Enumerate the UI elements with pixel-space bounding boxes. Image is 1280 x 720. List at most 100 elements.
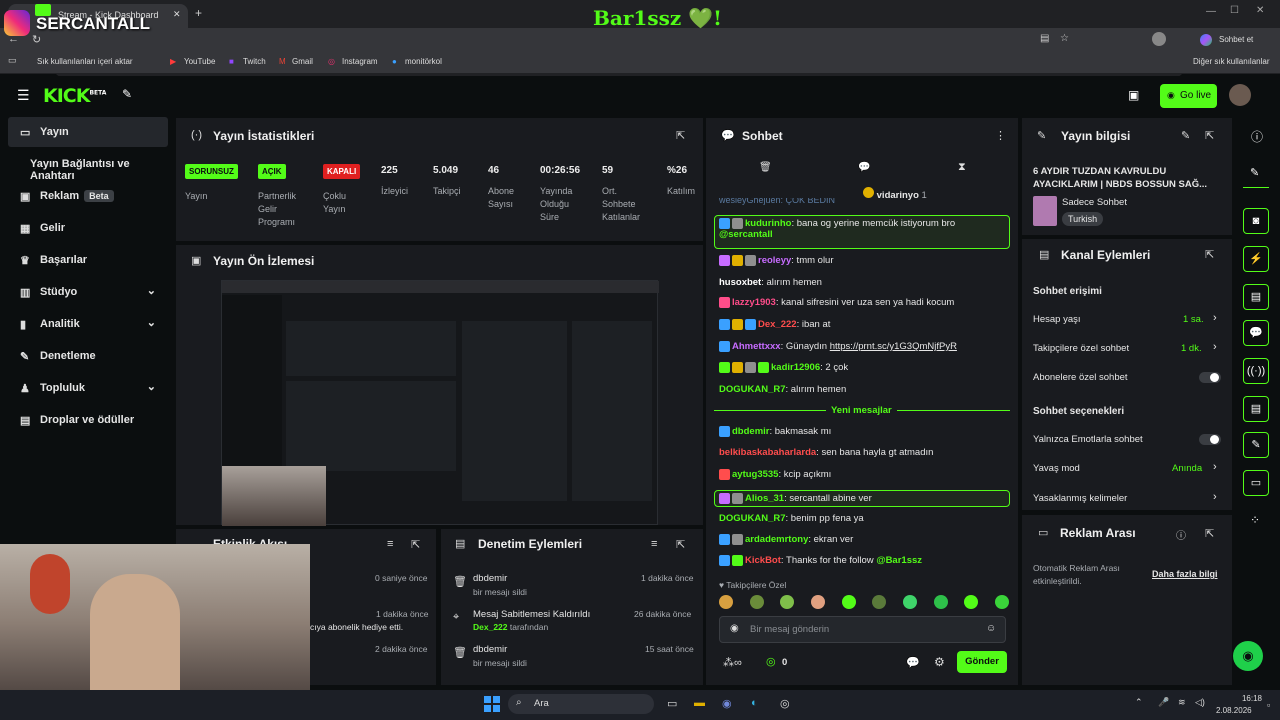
chat-username[interactable]: husoxbet [719, 277, 761, 288]
filter-icon[interactable]: ≡ [651, 538, 657, 550]
wifi-icon[interactable]: ≋ [1178, 697, 1186, 708]
chat-message[interactable]: Ahmettxxx: Günaydın https://prnt.sc/y1G3… [719, 341, 1009, 352]
account-age-label[interactable]: Hesap yaşı [1033, 314, 1081, 325]
rail-ad-button[interactable]: ▭ [1243, 470, 1269, 496]
chevron-right-icon[interactable]: › [1213, 461, 1217, 473]
chat-username[interactable]: Alios_31 [745, 493, 784, 504]
bookmark-youtube[interactable]: YouTube [184, 57, 215, 66]
chat-message[interactable]: lazzy1903: kanal sifresini ver uza sen y… [719, 297, 1009, 308]
info-icon[interactable]: ⓘ [1251, 128, 1263, 145]
emote-icon[interactable] [749, 595, 764, 609]
reader-icon[interactable]: ▤ [1040, 33, 1049, 44]
more-icon[interactable]: ⋮ [995, 129, 1006, 142]
taskbar-time[interactable]: 16:18 [1226, 694, 1262, 703]
go-live-button[interactable]: ◉ Go live [1160, 84, 1217, 108]
chat-username[interactable]: Dex_222 [758, 319, 797, 330]
maximize-icon[interactable]: ☐ [1230, 5, 1239, 16]
gear-icon[interactable]: ⚙ [934, 655, 945, 669]
chat-message[interactable]: Dex_222: iban at [719, 319, 1009, 330]
chat-username[interactable]: belkibaskabaharlarda [719, 447, 816, 458]
filter-icon[interactable]: ≡ [387, 538, 393, 550]
account-age-value[interactable]: 1 sa. [1183, 314, 1204, 325]
chat-button[interactable]: Sohbet et [1219, 35, 1253, 44]
edge-icon[interactable]: ◐ [751, 697, 758, 709]
emote-icon[interactable] [872, 595, 887, 609]
trash-icon[interactable]: 🗑 [759, 162, 772, 173]
emote-icon[interactable] [994, 595, 1009, 609]
chat-username[interactable]: reoleyy [758, 255, 791, 266]
ad-break-link[interactable]: Daha fazla bilgi [1152, 569, 1218, 579]
emote-icon[interactable] [902, 595, 917, 609]
reload-icon[interactable]: ↻ [32, 33, 41, 46]
category-name[interactable]: Sadece Sohbet [1062, 197, 1127, 208]
emote-icon[interactable] [841, 595, 856, 609]
expand-icon[interactable]: ⇱ [1205, 527, 1214, 540]
volume-icon[interactable]: ◁) [1195, 697, 1205, 708]
chat-message[interactable]: DOGUKAN_R7: benim pp fena ya [719, 513, 1009, 524]
emote-icon[interactable] [719, 595, 733, 609]
chat-message[interactable]: belkibaskabaharlarda: sen bana hayla gt … [719, 447, 1009, 458]
chat-message[interactable]: ardademrtony: ekran ver [719, 534, 1009, 545]
steam-icon[interactable]: ◎ [780, 697, 790, 710]
followers-chat-value[interactable]: 1 dk. [1181, 343, 1202, 354]
discord-icon[interactable]: ◉ [722, 697, 732, 710]
chat-settings-icon[interactable]: ⁂∞ [723, 656, 742, 669]
chat-mention[interactable]: @sercantall [719, 229, 773, 240]
info-icon[interactable]: ⓘ [1176, 527, 1186, 542]
chevron-right-icon[interactable]: › [1213, 312, 1217, 324]
stream-preview-video[interactable] [221, 280, 659, 526]
screen-icon[interactable]: ▣ [1128, 88, 1139, 102]
rail-notes-button[interactable]: ▤ [1243, 284, 1269, 310]
sidebar-item-basarilar[interactable]: ♛ Başarılar [8, 245, 168, 275]
rail-flash-button[interactable]: ⚡ [1243, 246, 1269, 272]
pin-icon[interactable]: ✎ [122, 87, 132, 101]
mic-icon[interactable]: 🎤 [1158, 697, 1169, 708]
close-window-icon[interactable]: ✕ [1256, 5, 1264, 16]
kick-logo[interactable]: KICKBETA [43, 85, 106, 107]
emote-icon[interactable] [780, 595, 795, 609]
chat-mention[interactable]: @Bar1ssz [876, 555, 922, 566]
avatar[interactable] [1229, 84, 1251, 106]
menu-icon[interactable]: ☰ [17, 87, 30, 104]
subscribers-chat-toggle[interactable] [1199, 372, 1221, 383]
apps-icon[interactable]: ⁘ [1250, 513, 1260, 527]
expand-icon[interactable]: ⇱ [676, 538, 685, 551]
slow-mode-label[interactable]: Yavaş mod [1033, 463, 1080, 474]
profile-icon[interactable] [1152, 32, 1166, 46]
rail-chat-button[interactable]: 💬 [1243, 320, 1269, 346]
chevron-right-icon[interactable]: › [1213, 341, 1217, 353]
sidebar-item-gelir[interactable]: ▦ Gelir [8, 213, 168, 243]
emote-only-toggle[interactable] [1199, 434, 1221, 445]
copilot-icon[interactable] [1200, 34, 1212, 46]
banned-words-label[interactable]: Yasaklanmış kelimeler [1033, 493, 1127, 504]
chat-bubble-icon[interactable]: 💬 [906, 656, 920, 669]
bookmark-import[interactable]: Sık kullanılanları içeri aktar [37, 57, 133, 66]
send-button[interactable]: Gönder [957, 651, 1007, 673]
chat-username[interactable]: Ahmettxxx [732, 341, 781, 352]
bookmark-instagram[interactable]: Instagram [342, 57, 378, 66]
chat-username[interactable]: kudurinho [745, 218, 791, 229]
bookmark-twitch[interactable]: Twitch [243, 57, 266, 66]
explorer-icon[interactable]: ▬ [694, 697, 705, 709]
chat-input[interactable]: ◉ Bir mesaj gönderin ☺ [719, 616, 1006, 643]
minimize-icon[interactable]: — [1206, 6, 1216, 17]
support-button[interactable]: ◉ [1233, 641, 1263, 671]
chat-username[interactable]: aytug3535 [732, 469, 778, 480]
edit-icon[interactable]: ✎ [1181, 129, 1190, 142]
expand-icon[interactable]: ⇱ [1205, 248, 1214, 261]
sidebar-item-droplar[interactable]: ▤ Droplar ve ödüller [8, 405, 168, 435]
tray-chevron-icon[interactable]: ⌃ [1135, 697, 1143, 708]
emote-icon[interactable] [810, 595, 825, 609]
rail-camera-button[interactable]: ◙ [1243, 208, 1269, 234]
chat-link[interactable]: https://prnt.sc/y1G3QmNjfPyR [830, 341, 957, 352]
taskbar-date[interactable]: 2.08.2026 [1216, 706, 1252, 715]
sidebar-item-yayin[interactable]: ▭ Yayın [8, 117, 168, 147]
mod-row-user[interactable]: Dex_222 [473, 622, 508, 632]
rail-tools-button[interactable]: ✎ [1243, 432, 1269, 458]
close-tab-icon[interactable]: ✕ [173, 9, 181, 20]
chevron-right-icon[interactable]: › [1213, 491, 1217, 503]
chat-message[interactable]: husoxbet: alırım hemen [719, 277, 1009, 288]
expand-icon[interactable]: ⇱ [676, 129, 685, 142]
sidebar-item-analitik[interactable]: ▮ Analitik ⌄ [8, 309, 168, 339]
chat-message[interactable]: aytug3535: kcip açıkmı [719, 469, 1009, 480]
